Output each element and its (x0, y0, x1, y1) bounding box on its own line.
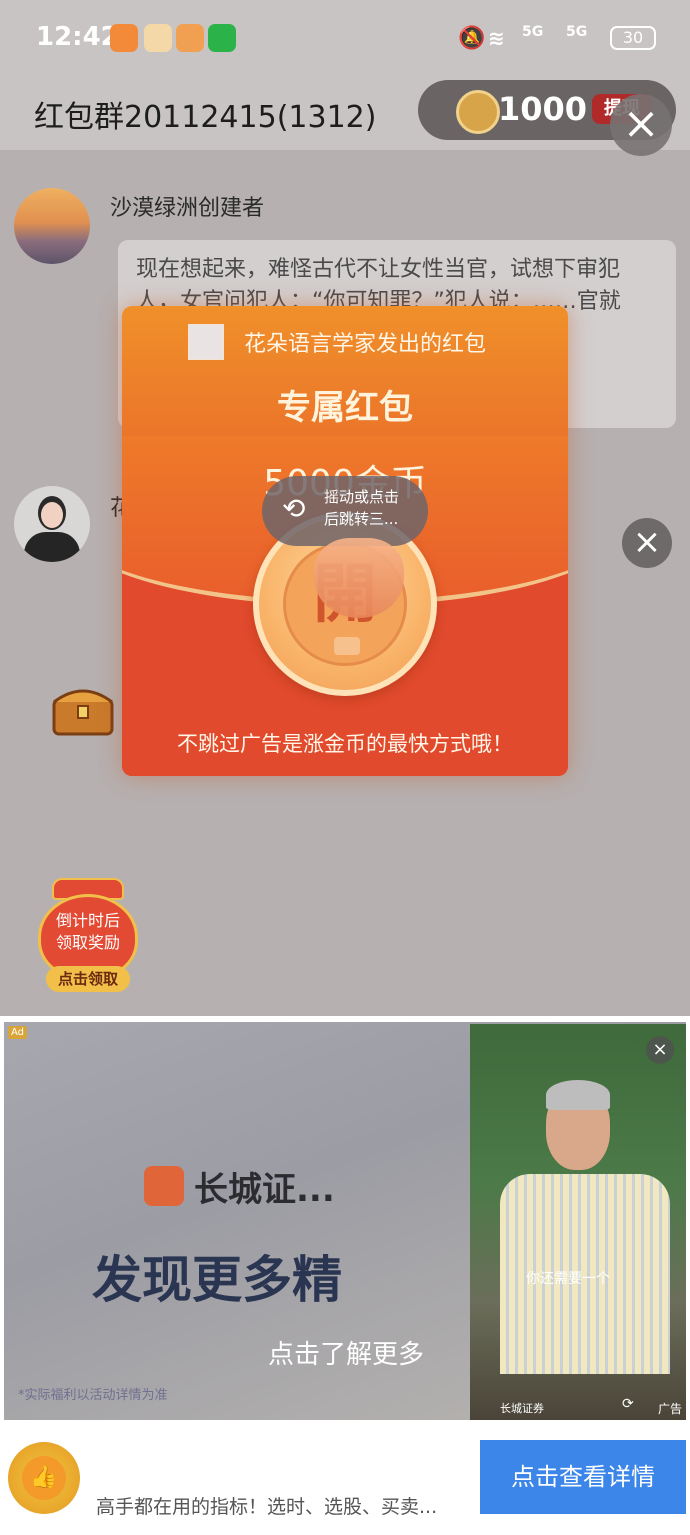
video-caption: 你还需要一个 (526, 1271, 610, 1287)
video-ad-label: 广告 (658, 1402, 683, 1416)
ad-disclaimer: *实际福利以活动详情为准 (18, 1388, 168, 1403)
thumbs-up-icon: 👍 (22, 1456, 66, 1500)
packet-sender: 花朵语言学家发出的红包 (244, 332, 487, 357)
avatar[interactable] (14, 486, 90, 562)
medal-icon: 👍 (8, 1442, 80, 1514)
video-person-hair (546, 1080, 610, 1110)
signal-5g-2: 5G (566, 24, 588, 40)
shake-hint-text: 摇动或点击 后跳转三... (324, 486, 399, 530)
learn-more-link[interactable]: 点击了解更多 (268, 1334, 424, 1371)
wifi-icon: ≋ (488, 26, 505, 50)
packet-title: 专属红包 (277, 388, 413, 428)
group-title: 红包群20112415(1312) (34, 100, 377, 135)
chat-header: 红包群20112415(1312) 1000 提现 (0, 78, 690, 150)
avatar[interactable] (14, 188, 90, 264)
status-bar: 12:42 🔕 ≋ 5G 5G 30 (0, 0, 690, 78)
battery-indicator: 30 (610, 26, 656, 50)
close-icon[interactable]: × (622, 518, 672, 568)
ad-video[interactable]: 你还需要一个 × 长城证券 ⟳ 广告 (470, 1024, 686, 1420)
share-icon[interactable]: ⟳ (622, 1396, 634, 1412)
coin-icon (456, 90, 500, 134)
shake-phone-icon: ⟲ (282, 492, 306, 525)
bag-line2: 领取奖励 (55, 933, 120, 952)
heart-app-icon (110, 24, 138, 52)
ad-slogan: 发现更多精 (92, 1250, 342, 1309)
tiger-app-icon (144, 24, 172, 52)
play-icon (334, 637, 360, 655)
bottom-ad-text: 高手都在用的指标！选时、选股、买卖... (96, 1496, 438, 1518)
brand-logo-icon (144, 1166, 184, 1206)
lucky-bag-widget[interactable]: 倒计时后 领取奖励 点击领取 (28, 876, 148, 996)
treasure-chest-icon[interactable] (48, 680, 118, 738)
wechat-icon (208, 24, 236, 52)
shake-line2: 后跳转三... (324, 510, 399, 528)
close-icon[interactable]: × (610, 94, 672, 156)
view-details-button[interactable]: 点击查看详情 (480, 1440, 686, 1514)
coin-count: 1000 (498, 90, 588, 128)
status-time: 12:42 (36, 22, 119, 52)
tiger-app-icon-2 (176, 24, 204, 52)
sender-avatar (188, 324, 224, 360)
brand-name: 长城证... (194, 1170, 335, 1210)
hand-icon (314, 538, 404, 618)
bag-text: 倒计时后 领取奖励 (28, 910, 148, 954)
sender-name: 沙漠绿洲创建者 (110, 196, 265, 221)
packet-tip: 不跳过广告是涨金币的最快方式哦！ (177, 732, 513, 756)
mute-bell-icon: 🔕 (458, 26, 486, 51)
claim-button[interactable]: 点击领取 (46, 966, 130, 992)
shake-line1: 摇动或点击 (324, 488, 400, 506)
bottom-ad-bar[interactable]: 👍 高手都在用的指标！选时、选股、买卖... 点击查看详情 (0, 1420, 690, 1535)
bag-line1: 倒计时后 (55, 911, 120, 930)
signal-5g-1: 5G (522, 24, 544, 40)
video-brand: 长城证券 (500, 1402, 544, 1415)
ad-tag: Ad (8, 1026, 28, 1039)
close-icon[interactable]: × (646, 1036, 674, 1064)
